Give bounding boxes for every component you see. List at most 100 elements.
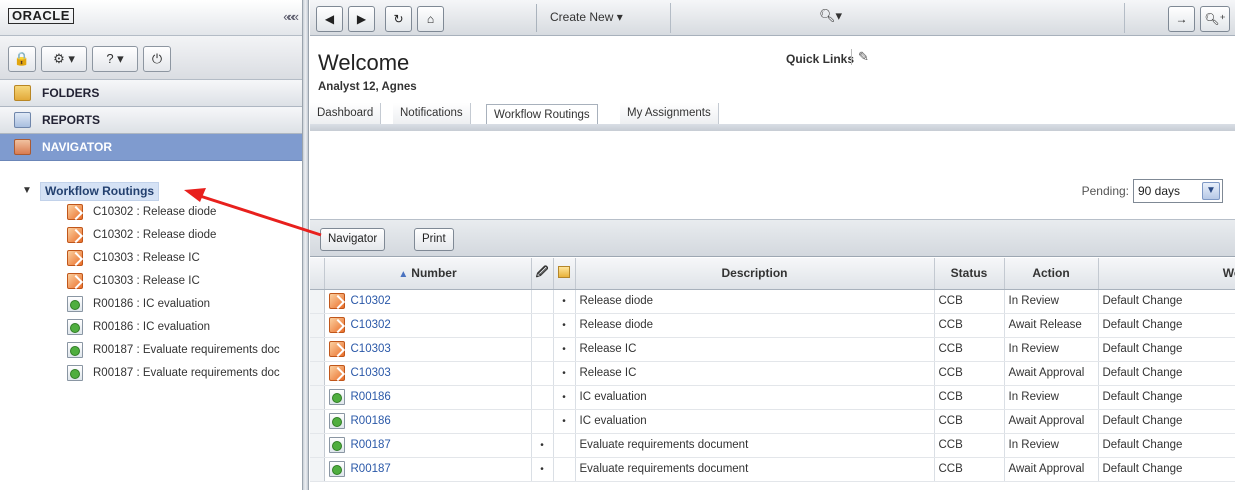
- tree-node[interactable]: C10303 : Release IC: [0, 247, 302, 270]
- table-row[interactable]: C10303 • Release IC CCB Await Approval Defaul…: [310, 361, 1235, 386]
- number-cell[interactable]: C10302: [324, 313, 532, 338]
- object-cell: •: [553, 313, 576, 338]
- accordion-navigator[interactable]: NAVIGATOR: [0, 134, 302, 161]
- expand-triangle-icon[interactable]: ▼: [22, 185, 32, 196]
- workflow-cell: Default Change: [1098, 385, 1235, 410]
- table-row[interactable]: R00187 • Evaluate requirements document CCB…: [310, 433, 1235, 458]
- column-header-number[interactable]: ▲ Number: [324, 258, 532, 290]
- navigate-button[interactable]: →: [1168, 6, 1195, 32]
- attachment-cell: •: [531, 457, 554, 482]
- create-new-menu[interactable]: Create New ▾: [550, 10, 623, 24]
- help-menu-button[interactable]: ? ▾: [92, 46, 138, 72]
- table-row[interactable]: C10302 • Release diode CCB In Review Default …: [310, 289, 1235, 314]
- number-link[interactable]: C10303: [351, 367, 391, 379]
- number-cell[interactable]: R00186: [324, 385, 532, 410]
- number-link[interactable]: C10302: [351, 319, 391, 331]
- number-link[interactable]: R00187: [351, 463, 391, 475]
- row-selector[interactable]: [310, 457, 325, 482]
- row-selector[interactable]: [310, 337, 325, 362]
- paperclip-icon: 🖉: [535, 264, 549, 279]
- column-header-status[interactable]: Status: [934, 258, 1005, 290]
- table-row[interactable]: C10302 • Release diode CCB Await Release Defa…: [310, 313, 1235, 338]
- tab-dashboard[interactable]: Dashboard: [310, 103, 382, 125]
- tree-node[interactable]: R00186 : IC evaluation: [0, 316, 302, 339]
- accordion-reports[interactable]: REPORTS: [0, 107, 302, 134]
- column-header-workflow[interactable]: Work: [1098, 258, 1235, 290]
- number-cell[interactable]: C10303: [324, 361, 532, 386]
- user-lock-button[interactable]: 🔒: [8, 46, 36, 72]
- column-header-attachments[interactable]: 🖉: [531, 258, 554, 290]
- forward-button[interactable]: ▶: [348, 6, 375, 32]
- tree-node[interactable]: C10302 : Release diode: [0, 224, 302, 247]
- tree-node-label: C10303 : Release IC: [93, 275, 200, 287]
- row-selector[interactable]: [310, 433, 325, 458]
- table-row[interactable]: R00186 • IC evaluation CCB In Review Default …: [310, 385, 1235, 410]
- action-cell: Await Release: [1004, 313, 1099, 338]
- oracle-logo: ORACLE: [8, 8, 74, 24]
- action-cell: Await Approval: [1004, 361, 1099, 386]
- print-button[interactable]: Print: [414, 228, 454, 251]
- number-cell[interactable]: R00187: [324, 433, 532, 458]
- refresh-button[interactable]: ↻: [385, 6, 412, 32]
- tab-workflow-routings[interactable]: Workflow Routings: [486, 104, 598, 126]
- number-cell[interactable]: C10302: [324, 289, 532, 314]
- number-link[interactable]: C10302: [351, 295, 391, 307]
- row-selector[interactable]: [310, 409, 325, 434]
- settings-menu-button[interactable]: ⚙ ▾: [41, 46, 87, 72]
- pending-label: Pending:: [1081, 184, 1129, 198]
- row-selector[interactable]: [310, 361, 325, 386]
- quick-search[interactable]: 🔍︎▾: [670, 3, 1125, 33]
- edit-quick-links-icon[interactable]: ✎: [851, 49, 869, 65]
- logout-button[interactable]: ⏻: [143, 46, 171, 72]
- dropdown-arrow-icon[interactable]: ▼: [1202, 182, 1220, 200]
- row-selector[interactable]: [310, 289, 325, 314]
- advanced-search-button[interactable]: 🔍︎⁺: [1200, 6, 1230, 32]
- row-selector[interactable]: [310, 385, 325, 410]
- tree-node[interactable]: R00187 : Evaluate requirements doc: [0, 362, 302, 385]
- accordion-folders[interactable]: FOLDERS: [0, 80, 302, 107]
- change-order-icon: [67, 273, 83, 289]
- tree-root[interactable]: ▼ Workflow Routings: [0, 182, 302, 201]
- request-document-icon: [67, 342, 83, 358]
- number-cell[interactable]: R00186: [324, 409, 532, 434]
- request-document-icon: [328, 412, 345, 429]
- home-button[interactable]: ⌂: [417, 6, 444, 32]
- workflow-cell: Default Change: [1098, 289, 1235, 314]
- number-link[interactable]: C10303: [351, 343, 391, 355]
- quick-links-label[interactable]: Quick Links: [786, 52, 854, 66]
- row-selector[interactable]: [310, 313, 325, 338]
- change-order-icon: [328, 364, 345, 381]
- grid-toolbar: Navigator Print: [310, 219, 1235, 257]
- navigator-tree: ▼ Workflow Routings C10302 : Release dio…: [0, 182, 302, 385]
- tree-root-label[interactable]: Workflow Routings: [40, 182, 160, 201]
- tree-node[interactable]: C10303 : Release IC: [0, 270, 302, 293]
- number-link[interactable]: R00187: [351, 439, 391, 451]
- back-button[interactable]: ◀: [316, 6, 343, 32]
- number-cell[interactable]: R00187: [324, 457, 532, 482]
- pane-splitter[interactable]: [303, 0, 309, 490]
- table-row[interactable]: R00186 • IC evaluation CCB Await Approval Def…: [310, 409, 1235, 434]
- number-cell[interactable]: C10303: [324, 337, 532, 362]
- tab-notifications[interactable]: Notifications: [393, 103, 471, 125]
- tree-node[interactable]: C10302 : Release diode: [0, 201, 302, 224]
- navigator-button[interactable]: Navigator: [320, 228, 386, 251]
- number-link[interactable]: R00186: [351, 391, 391, 403]
- pending-select[interactable]: 90 days ▼: [1133, 179, 1223, 203]
- column-header-description[interactable]: Description: [575, 258, 935, 290]
- gear-icon: ⚙ ▾: [53, 51, 75, 66]
- table-row[interactable]: R00187 • Evaluate requirements document CCB…: [310, 457, 1235, 482]
- attachment-cell: [531, 409, 554, 434]
- column-header-object[interactable]: [553, 258, 576, 290]
- page-title: Welcome: [318, 50, 410, 75]
- toolbar-separator: [536, 4, 537, 32]
- collapse-pane-icon[interactable]: «««: [283, 9, 299, 24]
- number-link[interactable]: R00186: [351, 415, 391, 427]
- tab-my-assignments[interactable]: My Assignments: [620, 103, 719, 125]
- tree-node[interactable]: R00186 : IC evaluation: [0, 293, 302, 316]
- search-icon[interactable]: 🔍︎▾: [819, 8, 842, 24]
- column-header-action[interactable]: Action: [1004, 258, 1099, 290]
- action-cell: Await Approval: [1004, 409, 1099, 434]
- status-cell: CCB: [934, 385, 1005, 410]
- tree-node[interactable]: R00187 : Evaluate requirements doc: [0, 339, 302, 362]
- table-row[interactable]: C10303 • Release IC CCB In Review Default Cha…: [310, 337, 1235, 362]
